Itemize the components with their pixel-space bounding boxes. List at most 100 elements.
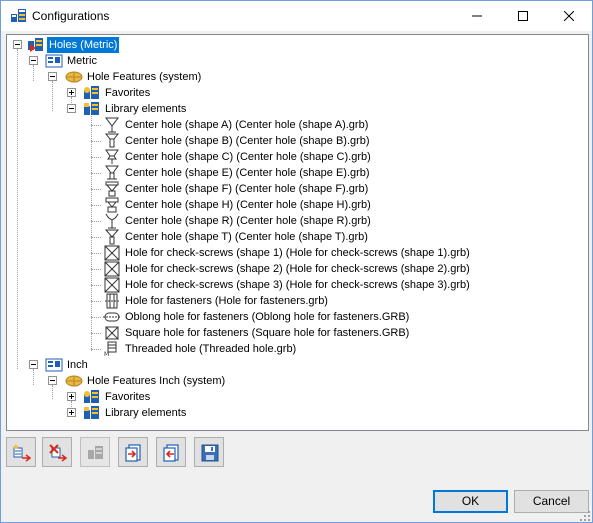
delete-configuration-button[interactable] bbox=[42, 437, 72, 467]
library-item[interactable]: Center hole (shape H) (Center hole (shap… bbox=[7, 197, 427, 213]
expand-toggle[interactable] bbox=[67, 408, 76, 417]
feature-folder-icon bbox=[65, 71, 83, 83]
center-hole-icon bbox=[105, 149, 119, 164]
collapse-toggle[interactable] bbox=[67, 104, 76, 113]
export-icon bbox=[125, 444, 141, 462]
fastener-hole-icon bbox=[105, 293, 119, 309]
library-item-label: Center hole (shape F) (Center hole (shap… bbox=[125, 183, 369, 195]
center-hole-icon bbox=[105, 181, 119, 197]
configuration-root-icon bbox=[28, 38, 43, 52]
library-item[interactable]: Center hole (shape A) (Center hole (shap… bbox=[7, 117, 427, 133]
center-hole-icon bbox=[104, 229, 120, 245]
library-item-label: Hole for fasteners (Hole for fasteners.g… bbox=[125, 295, 328, 307]
tree-node-favorites[interactable]: Favorites bbox=[7, 85, 207, 101]
tree-node-inch-favorites[interactable]: Favorites bbox=[7, 389, 207, 405]
tree-line bbox=[91, 269, 101, 270]
library-item[interactable]: Hole for check-screws (shape 1) (Hole fo… bbox=[7, 245, 470, 261]
library-item[interactable]: Center hole (shape C) (Center hole (shap… bbox=[7, 149, 427, 165]
library-item[interactable]: Center hole (shape R) (Center hole (shap… bbox=[7, 213, 427, 229]
library-item-label: Square hole for fasteners (Square hole f… bbox=[125, 327, 410, 339]
new-config-icon bbox=[13, 444, 32, 462]
configurations-tree[interactable]: Holes (Metric) Metric Hole Features (sys… bbox=[6, 34, 589, 431]
library-item[interactable]: Oblong hole for fasteners (Oblong hole f… bbox=[7, 309, 467, 325]
center-hole-icon bbox=[105, 117, 119, 133]
minimize-icon bbox=[472, 15, 482, 17]
tree-line bbox=[91, 317, 101, 318]
tree-node-inch-library[interactable]: Library elements bbox=[7, 405, 227, 421]
library-item[interactable]: Hole for check-screws (shape 3) (Hole fo… bbox=[7, 277, 470, 293]
export-configuration-button[interactable] bbox=[118, 437, 148, 467]
library-item-label: Hole for check-screws (shape 3) (Hole fo… bbox=[125, 279, 470, 291]
expand-toggle[interactable] bbox=[67, 392, 76, 401]
close-button[interactable] bbox=[546, 1, 592, 31]
collapse-toggle[interactable] bbox=[13, 40, 22, 49]
title-bar[interactable]: Configurations bbox=[1, 1, 592, 31]
library-item-label: Center hole (shape R) (Center hole (shap… bbox=[125, 215, 371, 227]
library-item-label: Center hole (shape E) (Center hole (shap… bbox=[125, 167, 370, 179]
resize-grip-icon[interactable] bbox=[579, 510, 591, 522]
copy-config-icon bbox=[88, 446, 103, 459]
cancel-button[interactable]: Cancel bbox=[514, 490, 589, 513]
library-item-label: Hole for check-screws (shape 2) (Hole fo… bbox=[125, 263, 470, 275]
library-item[interactable]: Center hole (shape B) (Center hole (shap… bbox=[7, 133, 427, 149]
check-screw-hole-icon bbox=[104, 245, 120, 261]
library-item[interactable]: Square hole for fasteners (Square hole f… bbox=[7, 325, 467, 341]
library-item-label: Threaded hole (Threaded hole.grb) bbox=[125, 343, 297, 355]
tree-line bbox=[91, 141, 101, 142]
expand-toggle[interactable] bbox=[67, 88, 76, 97]
center-hole-icon bbox=[105, 197, 119, 213]
favorites-icon bbox=[84, 390, 99, 403]
ok-button[interactable]: OK bbox=[433, 490, 508, 513]
tree-line bbox=[91, 173, 101, 174]
configurations-app-icon bbox=[11, 9, 26, 22]
unit-system-icon bbox=[45, 54, 63, 68]
square-hole-icon bbox=[105, 326, 119, 340]
tree-node-label: Library elements bbox=[105, 103, 187, 115]
unit-system-icon bbox=[45, 358, 63, 372]
library-item[interactable]: Center hole (shape E) (Center hole (shap… bbox=[7, 165, 427, 181]
tree-node-label: Holes (Metric) bbox=[47, 37, 120, 53]
collapse-toggle[interactable] bbox=[48, 72, 57, 81]
tree-node-hole-features-inch[interactable]: Hole Features Inch (system) bbox=[7, 373, 247, 389]
configurations-window: Configurations Holes (Metric) Metric Hol… bbox=[0, 0, 593, 523]
library-item[interactable]: Hole for fasteners (Hole for fasteners.g… bbox=[7, 293, 427, 309]
new-configuration-button[interactable] bbox=[6, 437, 36, 467]
copy-configuration-button[interactable] bbox=[80, 437, 110, 467]
tree-node-label: Inch bbox=[67, 359, 88, 371]
collapse-toggle[interactable] bbox=[48, 376, 57, 385]
library-item-label: Center hole (shape B) (Center hole (shap… bbox=[125, 135, 370, 147]
tree-node-library[interactable]: Library elements bbox=[7, 101, 227, 117]
center-hole-icon bbox=[104, 133, 120, 148]
library-item[interactable]: Center hole (shape T) (Center hole (shap… bbox=[7, 229, 427, 245]
favorites-icon bbox=[84, 86, 99, 99]
library-item[interactable]: Center hole (shape F) (Center hole (shap… bbox=[7, 181, 427, 197]
tree-line bbox=[91, 285, 101, 286]
minimize-button[interactable] bbox=[454, 1, 500, 31]
tree-node-metric[interactable]: Metric bbox=[7, 53, 207, 69]
library-item-label: Hole for check-screws (shape 1) (Hole fo… bbox=[125, 247, 470, 259]
collapse-toggle[interactable] bbox=[29, 56, 38, 65]
import-configuration-button[interactable] bbox=[156, 437, 186, 467]
tree-node-root[interactable]: Holes (Metric) bbox=[7, 37, 207, 53]
library-item-label: Center hole (shape T) (Center hole (shap… bbox=[125, 231, 368, 243]
import-icon bbox=[163, 444, 179, 462]
maximize-button[interactable] bbox=[500, 1, 546, 31]
tree-node-label: Hole Features (system) bbox=[87, 71, 202, 83]
tree-node-inch[interactable]: Inch bbox=[7, 357, 207, 373]
library-item-label: Center hole (shape H) (Center hole (shap… bbox=[125, 199, 371, 211]
library-icon bbox=[84, 102, 99, 115]
library-item[interactable]: M Threaded hole (Threaded hole.grb) bbox=[7, 341, 427, 357]
window-title: Configurations bbox=[32, 9, 110, 23]
tree-node-hole-features[interactable]: Hole Features (system) bbox=[7, 69, 227, 85]
center-hole-icon bbox=[105, 165, 119, 180]
tree-node-label: Favorites bbox=[105, 391, 151, 403]
check-screw-hole-icon bbox=[104, 261, 120, 277]
tree-line bbox=[91, 349, 101, 350]
save-configuration-button[interactable] bbox=[194, 437, 224, 467]
collapse-toggle[interactable] bbox=[29, 360, 38, 369]
tree-line bbox=[91, 189, 101, 190]
library-item-label: Oblong hole for fasteners (Oblong hole f… bbox=[125, 311, 410, 323]
tree-line bbox=[91, 237, 101, 238]
library-item[interactable]: Hole for check-screws (shape 2) (Hole fo… bbox=[7, 261, 470, 277]
tree-node-label: Favorites bbox=[105, 87, 151, 99]
